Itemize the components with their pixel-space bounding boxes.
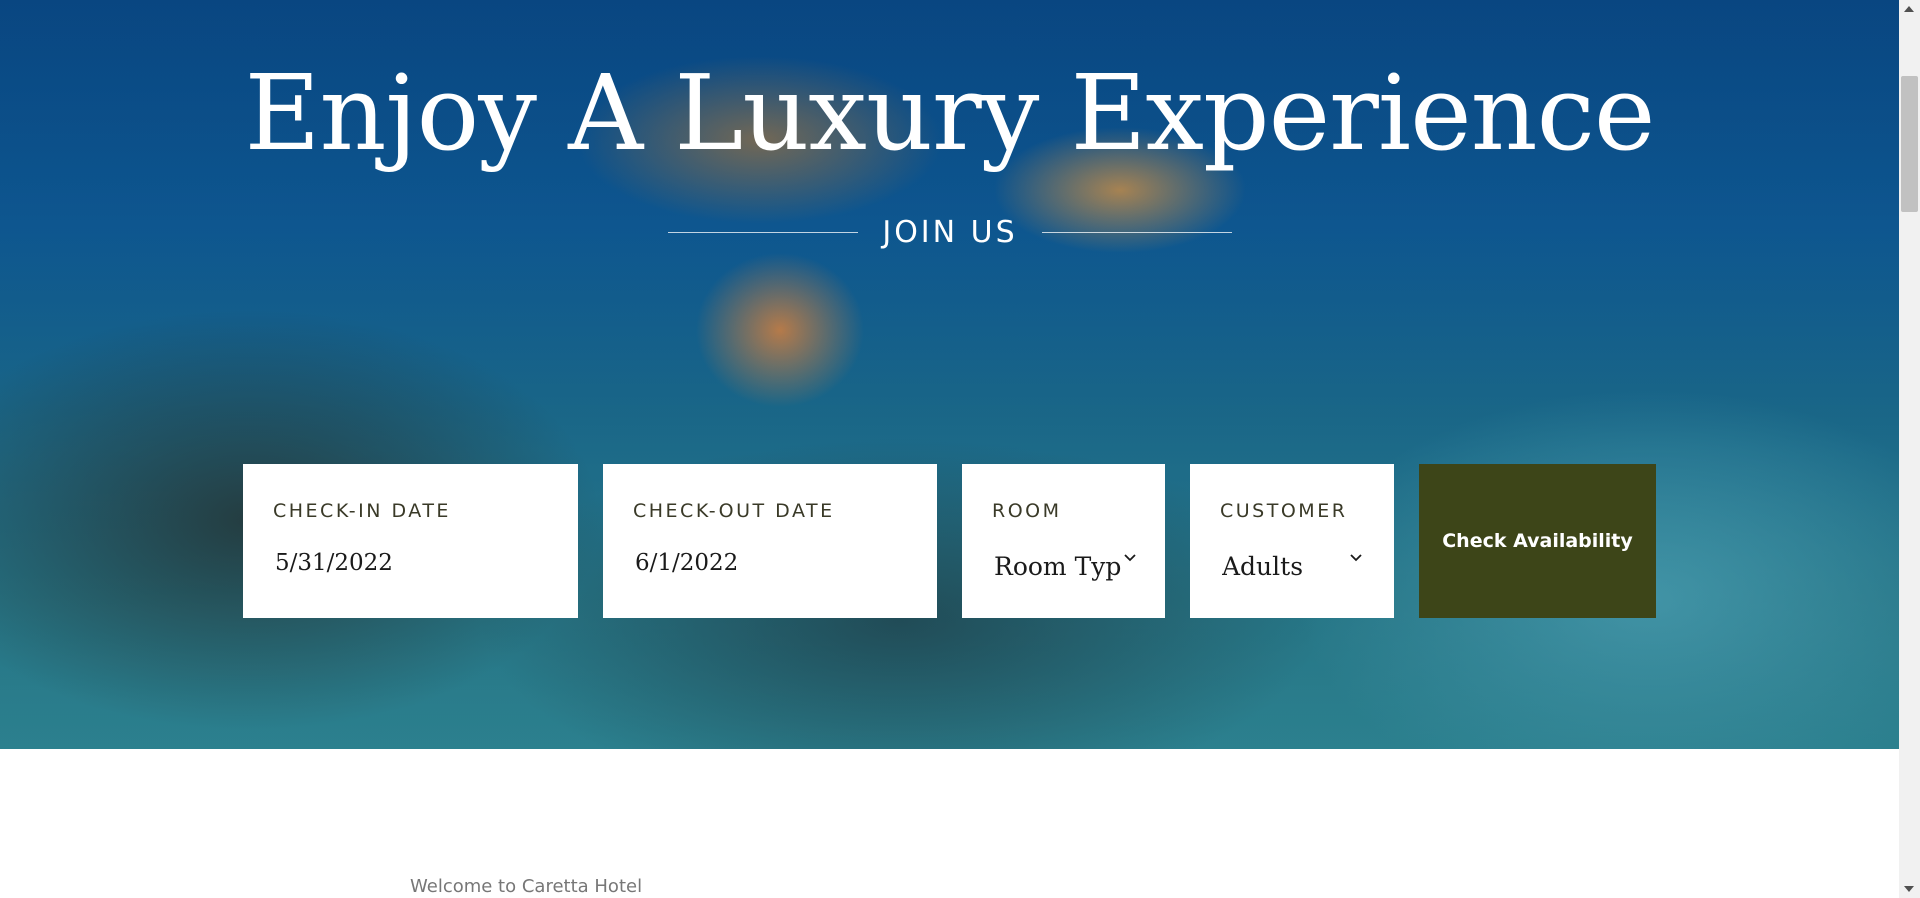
divider-line-right — [1041, 231, 1232, 233]
customer-value[interactable]: Adults — [1222, 552, 1352, 581]
checkin-input[interactable]: 5/31/2022 — [275, 550, 393, 576]
welcome-text: Welcome to Caretta Hotel — [410, 876, 643, 897]
room-type-select[interactable]: ROOM Room Type — [962, 464, 1165, 618]
room-label: ROOM — [992, 500, 1062, 522]
scrollbar-thumb[interactable] — [1901, 76, 1918, 212]
chevron-down-icon[interactable] — [1348, 550, 1364, 566]
customer-label: CUSTOMER — [1220, 500, 1348, 522]
scroll-down-icon[interactable] — [1904, 886, 1914, 892]
chevron-down-icon[interactable] — [1122, 550, 1138, 566]
page-scrollbar[interactable] — [1899, 0, 1920, 898]
hero-title: Enjoy A Luxury Experience — [244, 52, 1656, 174]
customer-select[interactable]: CUSTOMER Adults — [1190, 464, 1394, 618]
checkout-field[interactable]: CHECK-OUT DATE 6/1/2022 — [603, 464, 937, 618]
hero-subtitle: JOIN US — [882, 214, 1018, 250]
checkout-input[interactable]: 6/1/2022 — [635, 550, 738, 576]
checkin-field[interactable]: CHECK-IN DATE 5/31/2022 — [243, 464, 578, 618]
checkin-label: CHECK-IN DATE — [273, 500, 451, 522]
booking-form: CHECK-IN DATE 5/31/2022 CHECK-OUT DATE 6… — [0, 464, 1899, 618]
check-availability-button[interactable]: Check Availability — [1419, 464, 1656, 618]
hero-banner: Enjoy A Luxury Experience JOIN US CHECK-… — [0, 0, 1899, 749]
scroll-up-icon[interactable] — [1904, 6, 1914, 12]
checkout-label: CHECK-OUT DATE — [633, 500, 835, 522]
room-type-value[interactable]: Room Type — [994, 552, 1122, 581]
divider-line-left — [668, 231, 859, 233]
hero-subtitle-group: JOIN US — [660, 212, 1240, 252]
